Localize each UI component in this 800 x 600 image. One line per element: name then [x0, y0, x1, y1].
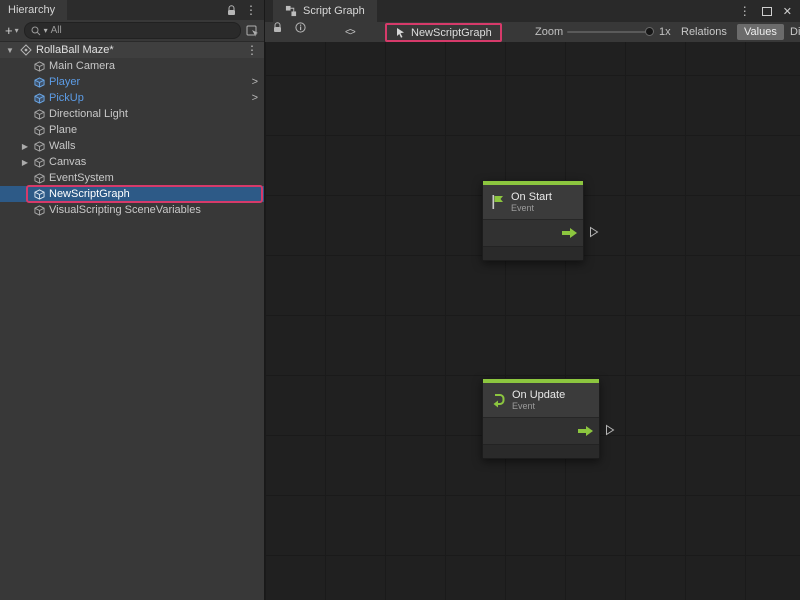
list-item-directional-light[interactable]: Directional Light — [0, 106, 264, 122]
loop-icon — [490, 392, 506, 408]
list-item-player[interactable]: Player > — [0, 74, 264, 90]
info-icon[interactable] — [295, 22, 306, 42]
hierarchy-panel: Hierarchy ⋮ + ▾ ▾ All — [0, 0, 265, 600]
list-item-pickup[interactable]: PickUp > — [0, 90, 264, 106]
prefab-icon — [34, 77, 45, 88]
triangle-collapsed-icon[interactable]: ▶ — [20, 158, 30, 167]
flow-output-arrow-icon[interactable] — [561, 227, 578, 239]
gameobject-icon — [34, 141, 45, 152]
prefab-open-chevron[interactable]: > — [252, 92, 258, 104]
caret-down-icon: ▾ — [15, 27, 19, 35]
gameobject-icon — [34, 189, 45, 200]
tab-script-graph[interactable]: Script Graph — [273, 0, 377, 22]
zoom-slider[interactable] — [567, 22, 652, 42]
gameobject-icon — [34, 205, 45, 216]
list-item-canvas[interactable]: ▶ Canvas — [0, 154, 264, 170]
node-subtitle: Event — [512, 401, 565, 411]
node-header[interactable]: On Update Event — [483, 383, 599, 417]
zoom-level: 1x — [659, 22, 671, 42]
node-title: On Start — [511, 191, 552, 204]
item-label: Player — [49, 76, 80, 88]
gameobject-icon — [34, 173, 45, 184]
list-item-plane[interactable]: Plane — [0, 122, 264, 138]
node-title: On Update — [512, 389, 565, 402]
gameobject-icon — [34, 125, 45, 136]
triangle-expanded-icon[interactable]: ▼ — [5, 46, 15, 55]
relations-toggle[interactable]: Relations — [677, 22, 731, 42]
item-label: Main Camera — [49, 60, 115, 72]
node-header[interactable]: On Start Event — [483, 185, 583, 219]
list-item-eventsystem[interactable]: EventSystem — [0, 170, 264, 186]
item-label: EventSystem — [49, 172, 114, 184]
graph-tab-label: Script Graph — [303, 5, 365, 17]
list-item-walls[interactable]: ▶ Walls — [0, 138, 264, 154]
zoom-slider-track[interactable] — [567, 31, 652, 33]
unity-editor: Hierarchy ⋮ + ▾ ▾ All — [0, 0, 800, 600]
prefab-icon — [34, 93, 45, 104]
graph-name-breadcrumb[interactable]: NewScriptGraph — [385, 23, 502, 42]
scene-row[interactable]: ▼ RollaBall Maze* ⋮ — [0, 42, 264, 58]
gameobject-icon — [34, 61, 45, 72]
item-label: PickUp — [49, 92, 84, 104]
item-label: VisualScripting SceneVariables — [49, 204, 201, 216]
scene-icon — [20, 44, 32, 56]
node-on-update[interactable]: On Update Event — [482, 378, 600, 459]
item-label: Directional Light — [49, 108, 128, 120]
search-input[interactable]: ▾ All — [24, 22, 241, 39]
add-object-button[interactable]: + ▾ — [5, 24, 19, 37]
search-icon — [31, 26, 41, 36]
node-port-row — [483, 219, 583, 246]
hierarchy-tab-label: Hierarchy — [8, 4, 55, 16]
values-toggle[interactable]: Values — [737, 24, 784, 40]
list-item-newscriptgraph-selected[interactable]: NewScriptGraph — [0, 186, 264, 202]
tab-hierarchy[interactable]: Hierarchy — [0, 0, 67, 20]
dim-toggle[interactable]: Di — [786, 22, 800, 42]
hierarchy-tree: ▼ RollaBall Maze* ⋮ Main Camera Player > — [0, 42, 264, 600]
output-port-triangle[interactable] — [589, 226, 599, 238]
flow-output-arrow-icon[interactable] — [577, 425, 594, 437]
gameobject-icon — [34, 109, 45, 120]
output-port-triangle[interactable] — [605, 424, 615, 436]
graph-canvas[interactable]: On Start Event — [265, 42, 800, 600]
hierarchy-tabstrip: Hierarchy ⋮ — [0, 0, 264, 20]
kebab-menu-icon[interactable]: ⋮ — [739, 5, 751, 17]
list-item-main-camera[interactable]: Main Camera — [0, 58, 264, 74]
scene-label: RollaBall Maze* — [36, 44, 114, 56]
list-item-visualscripting-scenevariables[interactable]: VisualScripting SceneVariables — [0, 202, 264, 218]
graph-name-label: NewScriptGraph — [411, 27, 492, 39]
item-label: Plane — [49, 124, 77, 136]
script-graph-asset-icon — [395, 27, 406, 38]
code-icon[interactable]: <> — [345, 22, 355, 42]
lock-icon[interactable] — [273, 22, 282, 42]
triangle-collapsed-icon[interactable]: ▶ — [20, 142, 30, 151]
item-label: Canvas — [49, 156, 86, 168]
node-subtitle: Event — [511, 203, 552, 213]
caret-down-icon: ▾ — [44, 27, 48, 35]
graph-icon — [285, 5, 297, 17]
script-graph-panel: Script Graph ⋮ ✕ <> NewScriptGraph — [265, 0, 800, 600]
zoom-label: Zoom — [535, 22, 563, 42]
node-on-start[interactable]: On Start Event — [482, 180, 584, 261]
item-label: Walls — [49, 140, 75, 152]
graph-toolbar: <> NewScriptGraph Zoom 1x Relations Valu… — [265, 22, 800, 43]
maximize-icon[interactable] — [762, 7, 772, 16]
kebab-menu-icon[interactable]: ⋮ — [246, 44, 258, 56]
node-footer — [483, 444, 599, 458]
node-port-row — [483, 417, 599, 444]
lock-icon[interactable] — [227, 5, 236, 16]
graph-tabstrip: Script Graph ⋮ ✕ — [265, 0, 800, 22]
prefab-open-chevron[interactable]: > — [252, 76, 258, 88]
flag-icon — [490, 194, 505, 210]
zoom-slider-knob[interactable] — [645, 27, 654, 36]
close-icon[interactable]: ✕ — [783, 5, 792, 18]
search-value: All — [51, 25, 62, 36]
item-label: NewScriptGraph — [49, 188, 130, 200]
gameobject-icon — [34, 157, 45, 168]
kebab-menu-icon[interactable]: ⋮ — [245, 4, 257, 16]
node-footer — [483, 246, 583, 260]
hierarchy-toolbar: + ▾ ▾ All — [0, 20, 264, 42]
picker-icon[interactable] — [246, 25, 259, 37]
